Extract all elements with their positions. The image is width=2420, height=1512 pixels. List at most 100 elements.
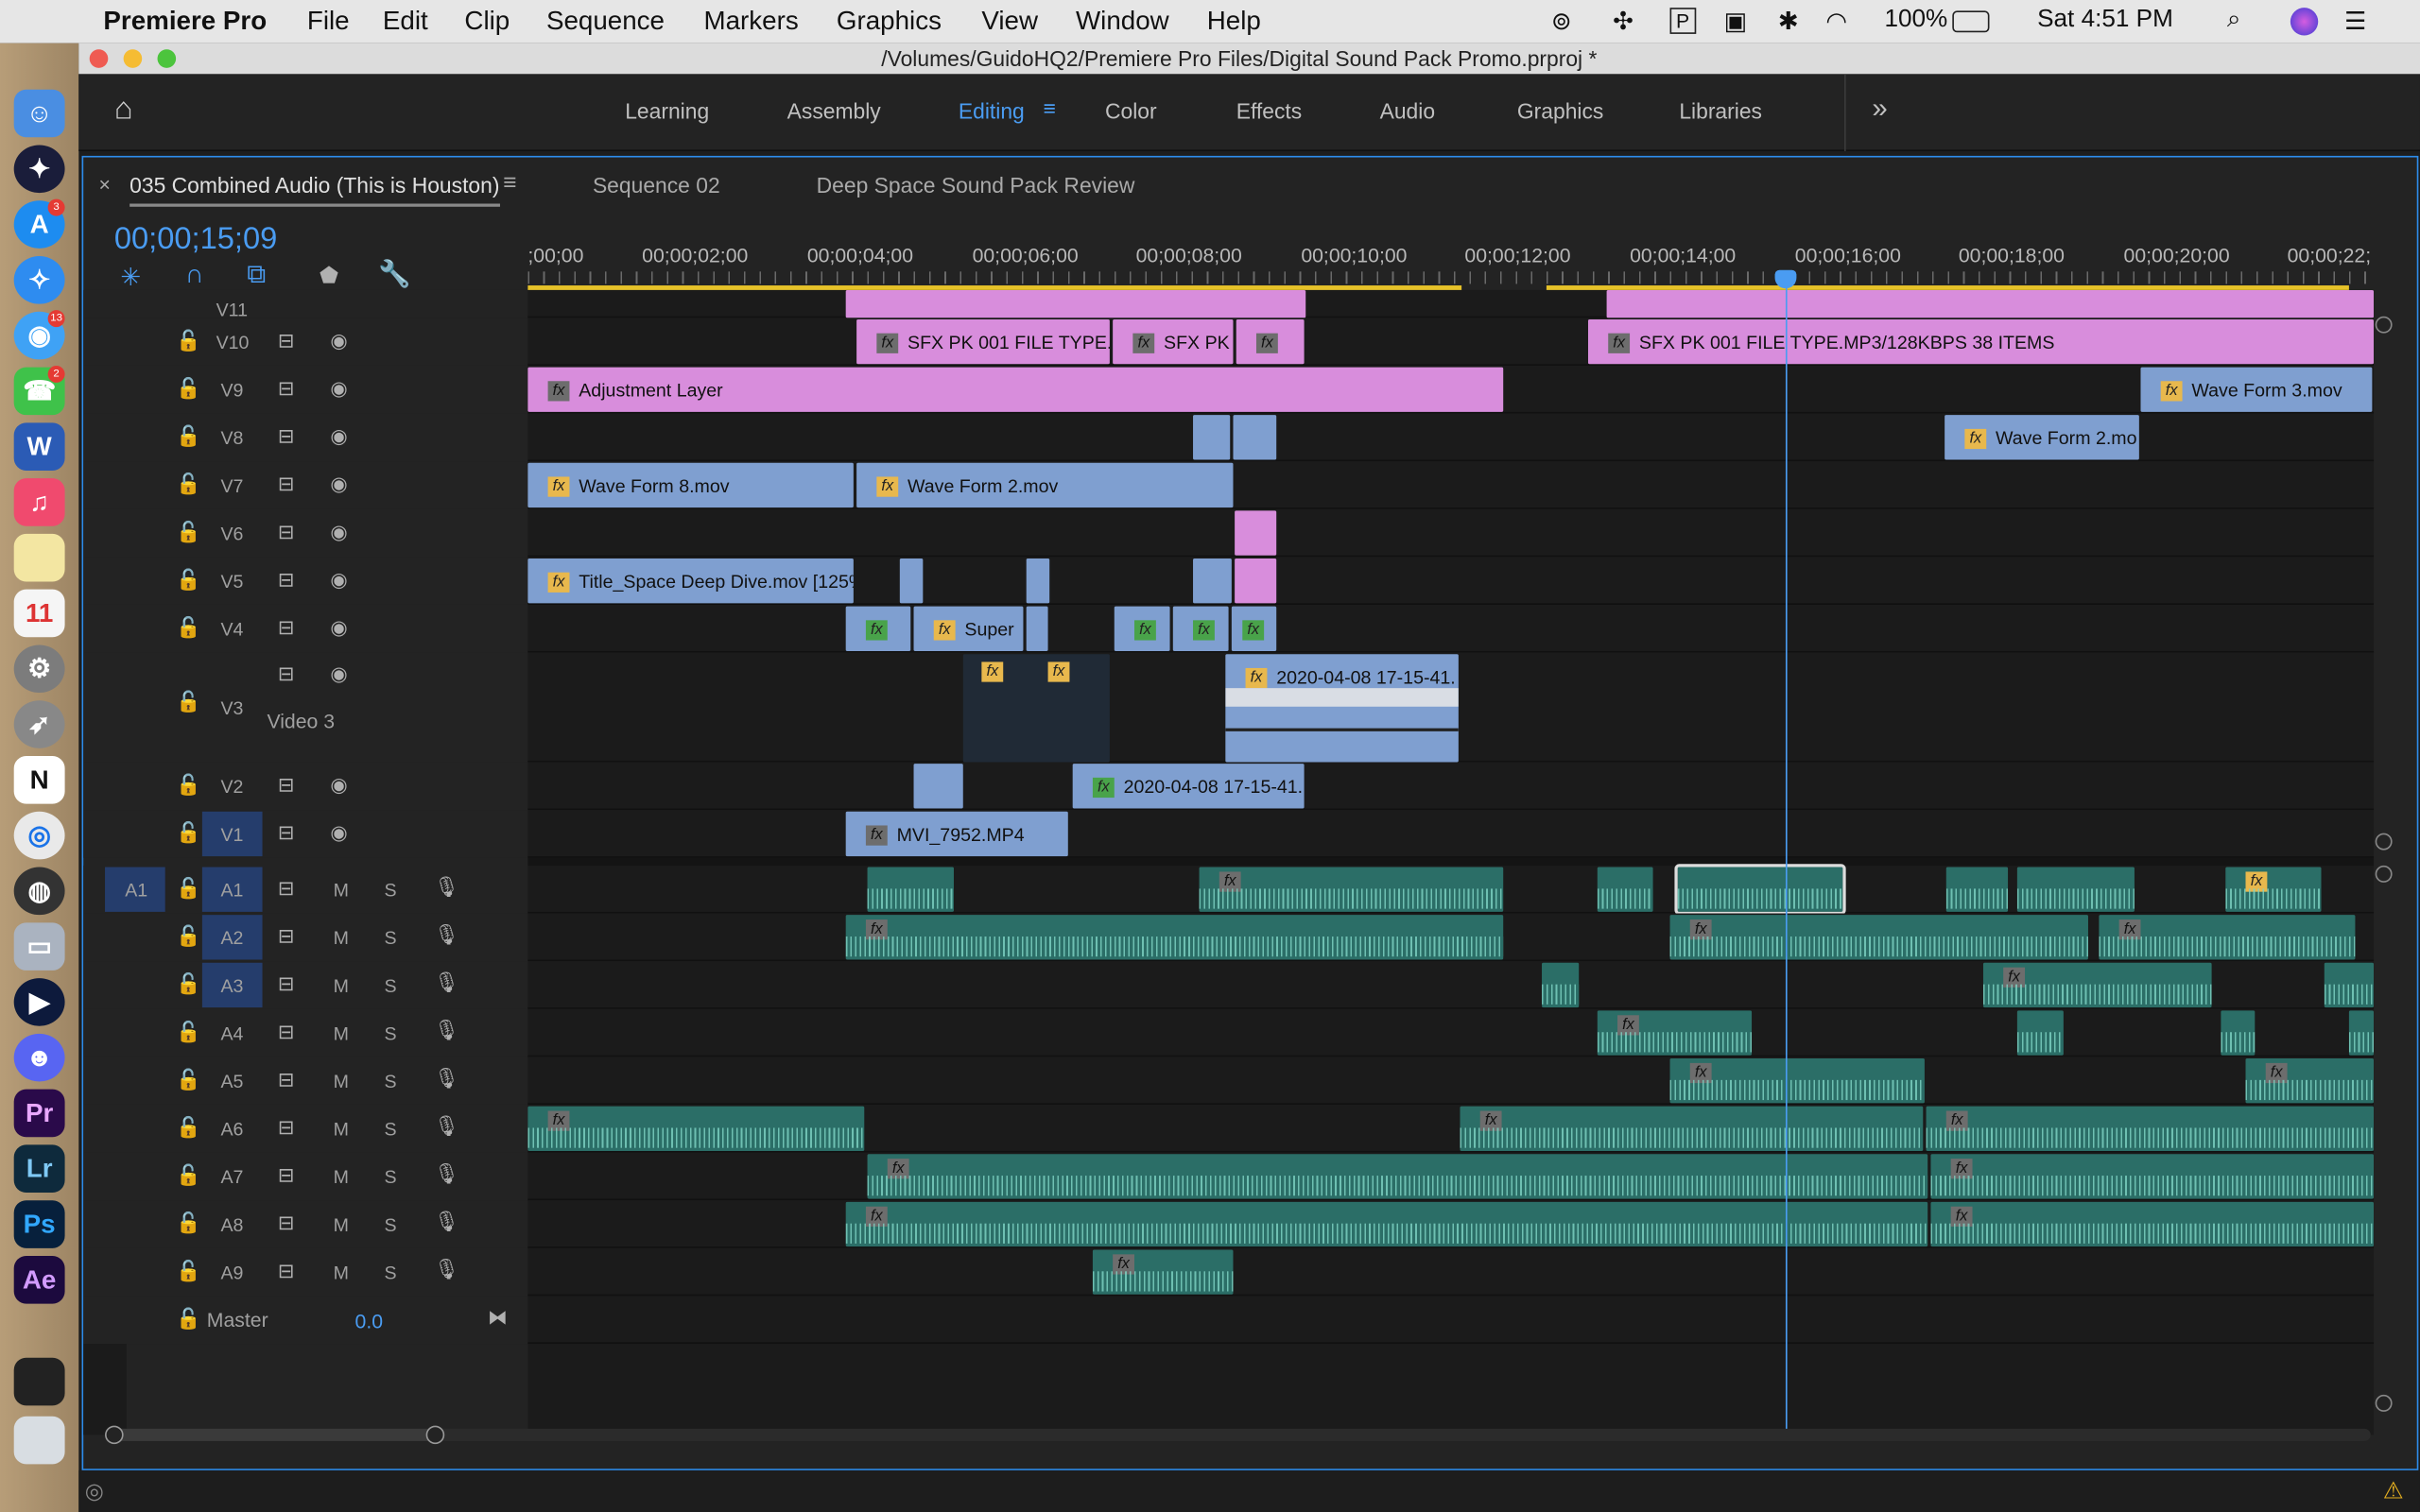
audio-clip[interactable]: fx [2225, 867, 2322, 912]
tab-deep-space-review[interactable]: Deep Space Sound Pack Review [817, 173, 1135, 198]
audio-clip[interactable] [2016, 1010, 2064, 1056]
time-ruler[interactable]: ;00;00 00;00;02;00 00;00;04;00 00;00;06;… [527, 232, 2375, 290]
discord-icon[interactable]: ☻ [13, 1033, 65, 1082]
voiceover-mic-icon[interactable]: 🎙 [434, 971, 459, 995]
clip[interactable] [899, 558, 924, 604]
lock-icon[interactable]: 🔓 [176, 472, 200, 497]
voiceover-mic-icon[interactable]: 🎙 [434, 1114, 459, 1139]
close-window-button[interactable] [89, 49, 109, 68]
clip[interactable]: fx [1236, 318, 1305, 365]
sync-lock-icon[interactable]: ⊟ [278, 1020, 295, 1044]
mute-button[interactable]: M [334, 1022, 349, 1044]
audio-clip[interactable]: fx [845, 915, 1504, 960]
track-v4[interactable]: fx fx Super fx fx fx [527, 604, 2375, 653]
wifi-icon[interactable]: ◠ [1825, 7, 1847, 38]
clip[interactable] [1026, 606, 1048, 651]
lock-icon[interactable]: 🔓 [176, 1259, 200, 1283]
menu-window[interactable]: Window [1076, 7, 1169, 38]
lock-icon[interactable]: 🔓 [176, 972, 200, 997]
solo-button[interactable]: S [385, 1263, 397, 1284]
audio-clip-selected[interactable] [1674, 864, 1846, 916]
lock-icon[interactable]: 🔓 [176, 520, 200, 544]
audio-clip[interactable] [1542, 962, 1580, 1008]
mute-button[interactable]: M [334, 927, 349, 949]
clip[interactable]: fx Adjustment Layer [527, 367, 1504, 412]
sync-lock-icon[interactable]: ⊟ [278, 1068, 295, 1092]
bluetooth-icon[interactable]: ✱ [1778, 7, 1799, 38]
lightroom-icon[interactable]: Lr [13, 1144, 65, 1194]
zoom-window-button[interactable] [157, 49, 177, 68]
zoom-left-handle[interactable] [105, 1425, 124, 1445]
workspace-overflow-button[interactable]: » [1872, 93, 1887, 125]
visibility-eye-icon[interactable]: ◉ [330, 329, 348, 353]
audio-clip[interactable] [1597, 867, 1653, 912]
mute-button[interactable]: M [334, 975, 349, 997]
master-mono-stereo-icon[interactable]: ⧓ [488, 1305, 508, 1330]
track-a1[interactable]: fx fx [527, 864, 2375, 916]
menu-sequence[interactable]: Sequence [546, 7, 665, 38]
voiceover-mic-icon[interactable]: 🎙 [434, 1210, 459, 1234]
calendar-icon[interactable]: 11 [13, 589, 65, 638]
workspace-editing[interactable]: Editing [959, 98, 1025, 123]
screenshot-icon[interactable]: ▭ [13, 922, 65, 971]
horizontal-zoom-scrollbar[interactable] [113, 1428, 2371, 1441]
audio-clip[interactable]: fx [1460, 1106, 1924, 1151]
visibility-eye-icon[interactable]: ◉ [330, 424, 348, 449]
track-a7[interactable]: fx fx [527, 1152, 2375, 1201]
track-v7[interactable]: fx Wave Form 8.mov fx Wave Form 2.mov [527, 461, 2375, 509]
track-v9[interactable]: fx Adjustment Layer fx Wave Form 3.mov [527, 365, 2375, 414]
track-v2[interactable]: fx 2020-04-08 17-15-41. [527, 762, 2375, 811]
clip[interactable]: fx 2020-04-08 17-15-41. [1072, 764, 1305, 809]
sync-lock-icon[interactable]: ⊟ [278, 376, 295, 401]
premiere-pro-icon[interactable]: Pr [13, 1089, 65, 1138]
clip[interactable]: fx Wave Form 8.mov [527, 462, 854, 508]
workspace-libraries[interactable]: Libraries [1679, 98, 1762, 123]
audio-clip[interactable] [2324, 962, 2375, 1008]
audio-clip[interactable] [1945, 867, 2009, 912]
workspace-learning[interactable]: Learning [625, 98, 709, 123]
clip[interactable]: fx SFX PK 001 FILE TYPE.MP [856, 318, 1110, 365]
audio-clip[interactable]: fx [1597, 1010, 1753, 1056]
menu-file[interactable]: File [307, 7, 350, 38]
nest-sequence-icon[interactable]: ✳ [120, 263, 141, 294]
sync-lock-icon[interactable]: ⊟ [278, 424, 295, 449]
track-a6[interactable]: fx fx fx [527, 1104, 2375, 1153]
clock[interactable]: Sat 4:51 PM [2037, 7, 2173, 34]
sync-lock-icon[interactable]: ⊟ [278, 1259, 295, 1283]
track-a5[interactable]: fx fx [527, 1057, 2375, 1105]
video-audio-divider[interactable] [527, 857, 2375, 866]
lock-icon[interactable]: 🔓 [176, 876, 200, 901]
visibility-eye-icon[interactable]: ◉ [330, 615, 348, 640]
lock-icon[interactable]: 🔓 [176, 1163, 200, 1188]
sync-lock-icon[interactable]: ⊟ [278, 568, 295, 593]
app-menu[interactable]: Premiere Pro [103, 7, 267, 38]
photoshop-icon[interactable]: Ps [13, 1200, 65, 1248]
audio-clip[interactable]: fx [1930, 1201, 2375, 1247]
solo-button[interactable]: S [385, 1166, 397, 1188]
briefcase-icon[interactable]: ▣ [1724, 7, 1748, 38]
audio-clip[interactable]: fx [845, 1201, 1928, 1247]
notes-icon[interactable] [13, 533, 65, 582]
clip[interactable] [1606, 289, 2375, 318]
tab-menu-icon[interactable]: ≡ [503, 170, 516, 197]
voiceover-mic-icon[interactable]: 🎙 [434, 1019, 459, 1043]
clip[interactable]: fx 2020-04-08 17-15-41. [1225, 654, 1459, 763]
minimize-window-button[interactable] [123, 49, 143, 68]
mouse-utility-icon[interactable]: ✣ [1613, 7, 1634, 38]
track-a3[interactable]: fx [527, 961, 2375, 1009]
clip[interactable]: fx [1114, 606, 1170, 651]
notion-icon[interactable]: N [13, 755, 65, 804]
trash-icon[interactable] [13, 1416, 65, 1465]
scrollbar-thumb[interactable] [113, 1428, 439, 1441]
voiceover-mic-icon[interactable]: 🎙 [434, 875, 459, 900]
music-icon[interactable]: ♫ [13, 478, 65, 526]
sync-lock-icon[interactable]: ⊟ [278, 924, 295, 949]
voiceover-mic-icon[interactable]: 🎙 [434, 922, 459, 947]
clip[interactable]: fx Wave Form 2.mo [1945, 415, 2139, 460]
audio-clip[interactable] [867, 867, 954, 912]
audio-clip[interactable] [2016, 867, 2135, 912]
clip[interactable] [1193, 558, 1232, 604]
clip[interactable]: fx Wave Form 2.mov [856, 462, 1234, 508]
track-master[interactable] [527, 1296, 2375, 1345]
clip[interactable] [1235, 510, 1277, 556]
